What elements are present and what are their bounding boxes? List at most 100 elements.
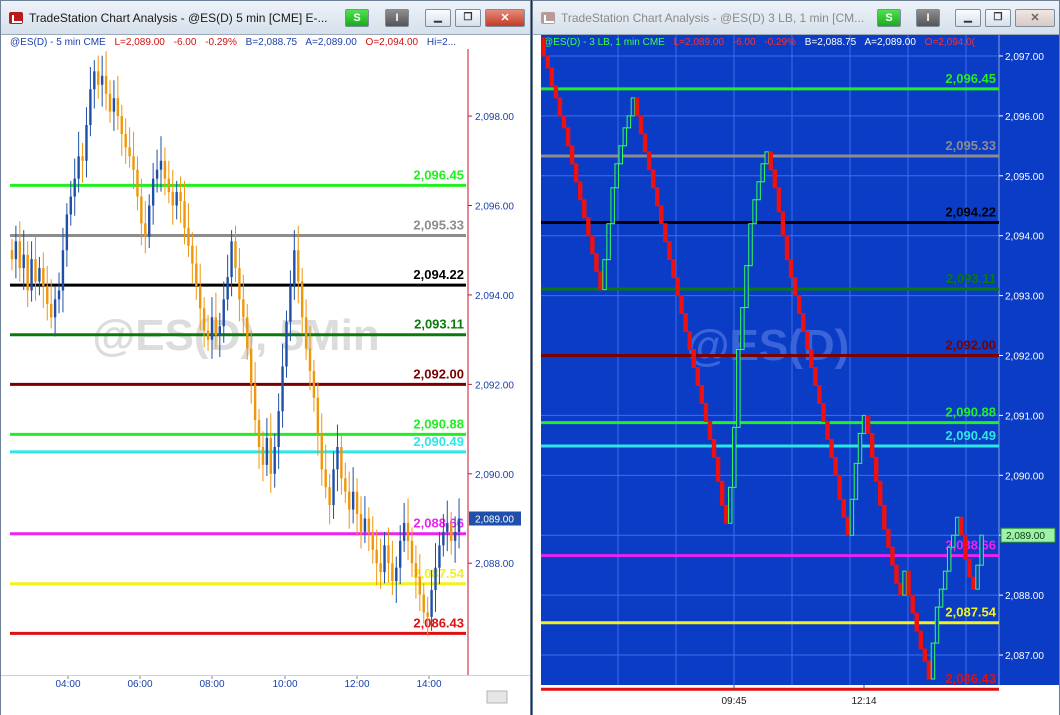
title-bar[interactable]: TradeStation Chart Analysis - @ES(D) 3 L… bbox=[533, 1, 1059, 35]
candle-body bbox=[116, 98, 120, 117]
time-label: 12:14 bbox=[851, 696, 876, 707]
line-break-brick-up bbox=[934, 606, 940, 644]
candle-body bbox=[65, 214, 69, 251]
candle-body bbox=[230, 241, 233, 278]
line-break-brick-down bbox=[719, 480, 725, 506]
level-label: 2,094.22 bbox=[413, 267, 464, 282]
close-button[interactable]: ✕ bbox=[1015, 9, 1055, 27]
line-break-brick-down bbox=[906, 570, 911, 596]
candle-body bbox=[108, 93, 112, 112]
info-change: -6.00 bbox=[733, 37, 756, 48]
strategy-button[interactable]: S bbox=[345, 9, 369, 27]
line-break-brick-down bbox=[715, 456, 721, 482]
price-tick-label: 2,096.00 bbox=[475, 202, 514, 213]
line-break-brick-down bbox=[805, 331, 810, 351]
candle-body bbox=[202, 308, 206, 331]
candle-body bbox=[281, 366, 284, 412]
line-break-brick-down bbox=[898, 582, 903, 596]
info-pct: -0.29% bbox=[205, 37, 237, 48]
line-break-brick-down bbox=[873, 456, 879, 482]
candle-body bbox=[85, 125, 88, 161]
candle-body bbox=[222, 299, 225, 327]
time-label: 06:00 bbox=[127, 679, 152, 690]
price-tick-label: 2,088.00 bbox=[1005, 591, 1044, 602]
line-break-brick-down bbox=[642, 133, 648, 153]
candle-body bbox=[199, 285, 202, 309]
candle-body bbox=[218, 326, 222, 336]
price-tick-label: 2,090.00 bbox=[1005, 471, 1044, 482]
chart-window-linebreak[interactable]: TradeStation Chart Analysis - @ES(D) 3 L… bbox=[532, 0, 1060, 715]
level-label: 2,090.49 bbox=[945, 428, 996, 443]
line-break-brick-up bbox=[610, 187, 615, 225]
candle-body bbox=[140, 196, 143, 224]
candle-body bbox=[30, 259, 33, 291]
line-break-brick-up bbox=[853, 462, 859, 500]
line-break-brick-down bbox=[549, 67, 555, 87]
candle-body bbox=[410, 540, 414, 564]
level-label: 2,092.00 bbox=[413, 366, 464, 381]
line-break-brick-up bbox=[946, 546, 952, 572]
candle-body bbox=[167, 178, 171, 193]
line-break-brick-down bbox=[561, 115, 567, 129]
candle-body bbox=[151, 178, 155, 206]
minimize-button[interactable]: ▁ bbox=[425, 9, 451, 27]
line-break-brick-down bbox=[683, 313, 688, 333]
restore-icon: ❐ bbox=[993, 12, 1003, 23]
candle-body bbox=[324, 469, 327, 488]
candle-body bbox=[399, 540, 402, 568]
candle-body bbox=[257, 420, 261, 447]
price-tick-label: 2,090.00 bbox=[475, 470, 514, 481]
candle-body bbox=[175, 192, 178, 206]
restore-button[interactable]: ❐ bbox=[985, 9, 1011, 27]
price-tick-label: 2,093.00 bbox=[1005, 292, 1044, 303]
candle-body bbox=[97, 71, 100, 85]
line-break-brick-down bbox=[776, 187, 782, 213]
line-break-brick-up bbox=[744, 265, 749, 309]
line-break-brick-down bbox=[768, 151, 774, 171]
candle-body bbox=[383, 545, 386, 573]
candle-body bbox=[73, 178, 76, 197]
line-break-brick-down bbox=[545, 55, 551, 69]
scroll-handle[interactable] bbox=[486, 690, 508, 704]
indicator-button[interactable]: I bbox=[385, 9, 409, 27]
candle-body bbox=[187, 227, 190, 246]
restore-button[interactable]: ❐ bbox=[455, 9, 481, 27]
candle-body bbox=[446, 522, 449, 532]
minimize-button[interactable]: ▁ bbox=[955, 9, 981, 27]
line-break-brick-down bbox=[869, 432, 875, 458]
info-change: -6.00 bbox=[174, 37, 197, 48]
info-symbol: @ES(D) - 5 min CME bbox=[10, 37, 106, 48]
line-break-brick-up bbox=[975, 564, 980, 590]
price-tick-label: 2,087.00 bbox=[1005, 651, 1044, 662]
line-break-brick-down bbox=[845, 516, 851, 536]
time-label: 09:45 bbox=[721, 696, 746, 707]
price-chart-5min[interactable]: @ES(D) - 5 min CME L=2,089.00 -6.00 -0.2… bbox=[1, 35, 530, 715]
info-pct: -0.29% bbox=[764, 37, 796, 48]
time-axis-divider bbox=[1, 675, 530, 676]
close-button[interactable]: ✕ bbox=[485, 9, 525, 27]
candle-body bbox=[104, 75, 108, 94]
strategy-button[interactable]: S bbox=[877, 9, 901, 27]
line-break-brick-up bbox=[626, 115, 632, 129]
line-break-brick-up bbox=[736, 349, 741, 428]
price-chart-linebreak[interactable]: @ES(D) - 3 LB, 1 min CME L=2,089.00 -6.0… bbox=[533, 35, 1059, 715]
line-break-brick-down bbox=[598, 271, 603, 291]
level-label: 2,086.43 bbox=[945, 671, 996, 686]
level-label: 2,090.88 bbox=[945, 405, 996, 420]
line-break-brick-down bbox=[671, 259, 676, 279]
price-axis[interactable] bbox=[469, 35, 530, 715]
candle-body bbox=[159, 160, 163, 170]
line-break-brick-down bbox=[825, 420, 830, 440]
candle-body bbox=[406, 522, 410, 541]
chart-window-5min[interactable]: TradeStation Chart Analysis - @ES(D) 5 m… bbox=[0, 0, 531, 715]
candle-body bbox=[332, 469, 335, 506]
candle-body bbox=[285, 321, 288, 367]
line-break-brick-down bbox=[691, 349, 696, 368]
candle-body bbox=[367, 518, 371, 532]
indicator-button[interactable]: I bbox=[916, 9, 940, 27]
level-label: 2,093.11 bbox=[946, 271, 996, 286]
candle-body bbox=[81, 156, 84, 161]
title-bar[interactable]: TradeStation Chart Analysis - @ES(D) 5 m… bbox=[1, 1, 530, 35]
candle-body bbox=[363, 518, 367, 532]
line-break-brick-up bbox=[614, 163, 619, 189]
